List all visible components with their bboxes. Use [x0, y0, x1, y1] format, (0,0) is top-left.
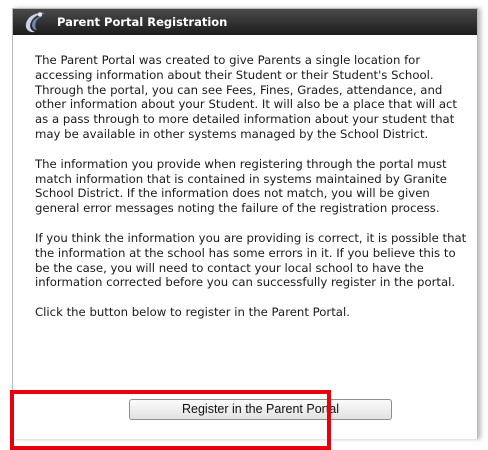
register-button-wrapper: Register in the Parent Portal [129, 398, 392, 420]
content-area: The Parent Portal was created to give Pa… [13, 35, 477, 320]
page-title: Parent Portal Registration [57, 15, 228, 29]
title-bar: Parent Portal Registration [13, 9, 477, 35]
intro-paragraph: The Parent Portal was created to give Pa… [35, 53, 458, 141]
instruction-paragraph: Click the button below to register in th… [35, 305, 350, 320]
correction-paragraph: If you think the information you are pro… [35, 230, 467, 290]
register-button[interactable]: Register in the Parent Portal [129, 398, 392, 420]
registration-panel: Parent Portal Registration The Parent Po… [12, 8, 478, 439]
matching-info-paragraph: The information you provide when registe… [35, 156, 447, 216]
swoosh-logo-icon [25, 12, 45, 33]
